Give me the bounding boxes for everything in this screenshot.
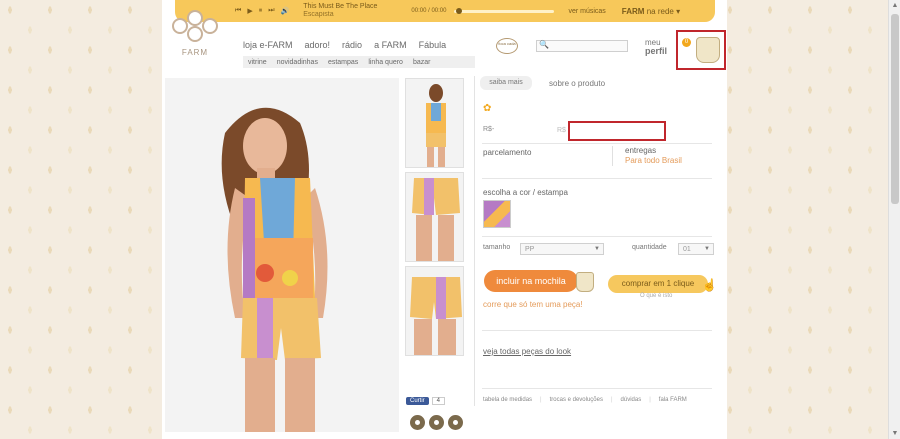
progress-handle[interactable]	[456, 7, 463, 14]
parcelamento-link[interactable]: parcelamento	[483, 148, 531, 157]
thumbnail-shorts-front[interactable]	[405, 172, 464, 262]
subnav-item-vitrine[interactable]: vitrine	[248, 59, 267, 66]
bag-icon	[696, 37, 720, 63]
entregas-title: entregas	[625, 146, 657, 155]
pause-icon[interactable]: ⏸	[259, 7, 263, 15]
divider	[482, 330, 712, 331]
like-button[interactable]: Curtir	[406, 397, 429, 405]
flower-icon[interactable]	[448, 415, 463, 430]
entregas-sub[interactable]: Para todo Brasil	[625, 156, 682, 166]
separator: |	[540, 397, 542, 403]
link-trocas[interactable]: trocas e devoluções	[550, 397, 603, 403]
link-tabela-medidas[interactable]: tabela de medidas	[483, 397, 532, 403]
song-artist: Escapista	[303, 11, 334, 18]
volume-icon[interactable]: 🔊	[281, 7, 290, 15]
nav-item-fabula[interactable]: Fábula	[419, 40, 447, 50]
thumbnail-shorts-back[interactable]	[405, 266, 464, 356]
subnav-item-estampas[interactable]: estampas	[328, 59, 358, 66]
quantity-label: quantidade	[632, 244, 667, 251]
scrollbar-thumb[interactable]	[891, 14, 899, 204]
bag-icon	[576, 272, 594, 292]
color-label: escolha a cor / estampa	[483, 188, 568, 197]
progress-slider[interactable]	[454, 7, 555, 14]
divider	[482, 388, 712, 389]
subnav-item-linha-quero[interactable]: linha quero	[368, 59, 403, 66]
quantity-select[interactable]: 01 ▼	[678, 243, 714, 255]
like-count: 4	[431, 397, 446, 405]
music-player: ⏮ ▶ ⏸ ⏭ 🔊 This Must Be The Place Escapis…	[175, 0, 715, 22]
flower-logo-icon	[172, 8, 218, 48]
subnav-item-bazar[interactable]: bazar	[413, 59, 431, 66]
farm-logo[interactable]: FARM	[170, 8, 220, 64]
quantity-value: 01	[683, 246, 691, 253]
stock-notice: corre que só tem uma peça!	[483, 300, 583, 309]
flower-icon[interactable]	[410, 415, 425, 430]
sub-nav: vitrine novidadinhas estampas linha quer…	[243, 56, 475, 68]
price-field	[568, 121, 666, 141]
size-value: PP	[525, 246, 535, 253]
cart-count: 0	[682, 38, 691, 47]
divider	[482, 143, 712, 144]
see-look-link[interactable]: veja todas peças do look	[483, 347, 571, 356]
farm-na-rede-menu[interactable]: FARM na rede ▾	[622, 7, 680, 16]
tab-saiba-mais[interactable]: saiba mais	[480, 76, 532, 90]
search-input[interactable]: 🔍	[536, 40, 628, 52]
price-currency: R$	[557, 127, 566, 134]
play-icon[interactable]: ▶	[247, 7, 252, 15]
panel-divider	[474, 76, 475, 406]
profile-link[interactable]: meu perfil	[645, 38, 667, 56]
product-main-image[interactable]	[165, 78, 399, 432]
subnav-item-novidadinhas[interactable]: novidadinhas	[277, 59, 318, 66]
add-to-bag-button[interactable]: incluir na mochila	[484, 270, 578, 292]
link-duvidas[interactable]: dúvidas	[621, 397, 642, 403]
link-fala-farm[interactable]: fala FARM	[659, 397, 687, 403]
nav-item-loja[interactable]: loja e-FARM	[243, 40, 293, 50]
price-label: R$-	[483, 126, 495, 133]
more-music-link[interactable]: ver músicas	[568, 8, 605, 15]
model-photo	[165, 78, 399, 432]
size-label: tamanho	[483, 244, 511, 251]
flower-icons	[410, 415, 463, 430]
promo-badge[interactable]: foca cada	[496, 38, 518, 54]
main-nav: loja e-FARM adoro! rádio a FARM Fábula	[243, 40, 446, 50]
search-icon: 🔍	[539, 40, 549, 49]
product-footer-links: tabela de medidas | trocas e devoluções | …	[483, 397, 687, 403]
thumbnail-front[interactable]	[405, 78, 464, 168]
entregas-info: entregas Para todo Brasil	[612, 146, 682, 166]
song-info: This Must Be The Place Escapista	[303, 3, 377, 19]
chevron-down-icon: ▼	[594, 246, 600, 252]
buy-one-click-button[interactable]: comprar em 1 clique	[608, 275, 708, 293]
profile-line2: perfil	[645, 46, 668, 56]
song-title: This Must Be The Place	[303, 3, 378, 10]
rede-suffix: na rede	[646, 6, 674, 16]
chevron-down-icon: ▼	[704, 246, 710, 252]
separator: |	[610, 397, 613, 403]
color-swatch[interactable]	[483, 200, 511, 228]
facebook-like: Curtir 4	[406, 397, 446, 405]
separator: |	[649, 397, 651, 403]
scrollbar[interactable]: ▲ ▼	[888, 0, 900, 439]
divider	[482, 236, 712, 237]
favorite-icon[interactable]: ✿	[483, 103, 491, 114]
rede-brand: FARM	[621, 6, 645, 16]
previous-icon[interactable]: ⏮	[235, 7, 241, 15]
scroll-down-icon[interactable]: ▼	[891, 430, 899, 437]
nav-item-radio[interactable]: rádio	[342, 40, 362, 50]
next-icon[interactable]: ⏭	[268, 7, 274, 15]
hand-cursor-icon: ☝	[702, 278, 717, 292]
logo-text: FARM	[181, 48, 209, 57]
tab-sobre-produto[interactable]: sobre o produto	[549, 79, 605, 88]
nav-item-adoro[interactable]: adoro!	[305, 40, 331, 50]
nav-item-a-farm[interactable]: a FARM	[374, 40, 407, 50]
divider	[482, 178, 712, 179]
player-time: 00:00 / 00:00	[411, 8, 447, 14]
what-is-this-link[interactable]: O que é isto	[640, 293, 672, 299]
flower-icon[interactable]	[429, 415, 444, 430]
cart-button[interactable]: 0	[676, 30, 726, 70]
size-select[interactable]: PP ▼	[520, 243, 604, 255]
player-controls: ⏮ ▶ ⏸ ⏭ 🔊	[235, 7, 289, 15]
scroll-up-icon[interactable]: ▲	[891, 2, 899, 9]
